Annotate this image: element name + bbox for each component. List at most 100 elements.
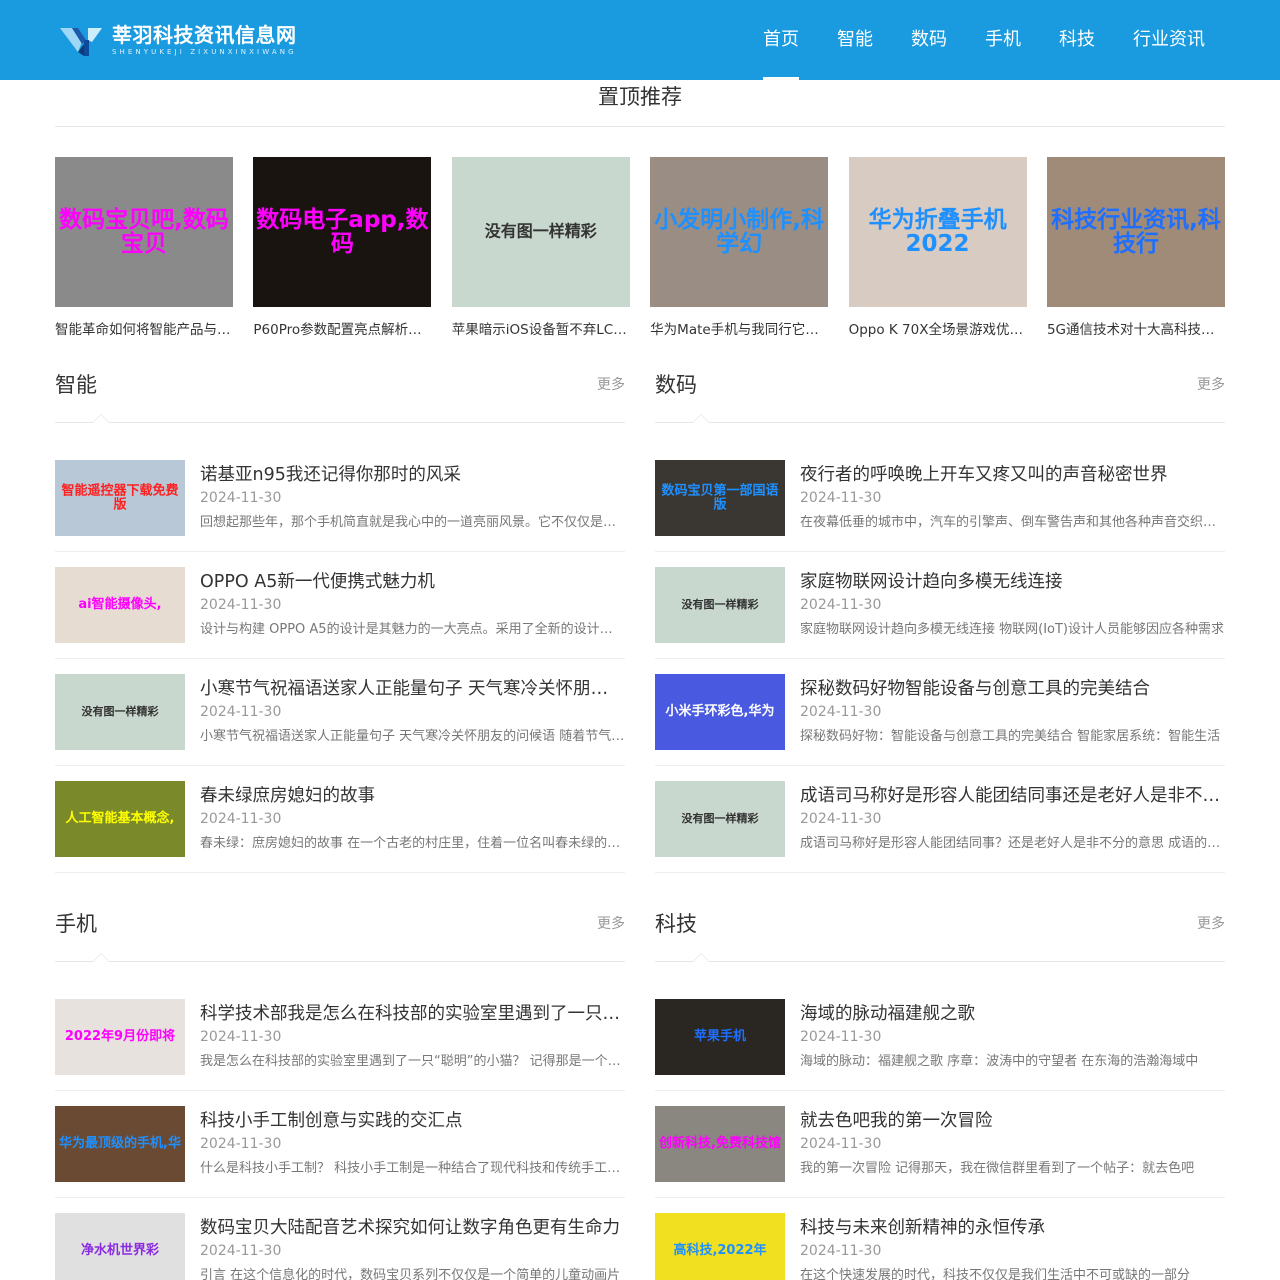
article-title[interactable]: 科技与未来创新精神的永恒传承 xyxy=(800,1216,1225,1240)
article-title[interactable]: 小寒节气祝福语送家人正能量句子 天气寒冷关怀朋友的问候语 xyxy=(200,677,625,701)
thumbnail-image[interactable]: 创新科技,免费科技馆 xyxy=(655,1106,785,1182)
section-header: 科技 更多 xyxy=(655,905,1225,962)
article-title[interactable]: OPPO A5新一代便携式魅力机 xyxy=(200,570,625,594)
top-recommend-caption[interactable]: 智能革命如何将智能产品与日常生活紧密结合 xyxy=(55,318,233,338)
section-title: 数码 xyxy=(655,373,697,397)
thumbnail-overlay-text: 智能遥控器下载免费版 xyxy=(61,483,179,512)
article-list: 2022年9月份即将 科学技术部我是怎么在科技部的实验室里遇到了一只聪明的小猫 20… xyxy=(55,984,625,1280)
article-item[interactable]: 智能遥控器下载免费版 诺基亚n95我还记得你那时的风采 2024-11-30 回想起那… xyxy=(55,445,625,552)
article-item[interactable]: 苹果手机 海域的脉动福建舰之歌 2024-11-30 海域的脉动：福建舰之歌 序章：波… xyxy=(655,984,1225,1091)
more-link[interactable]: 更多 xyxy=(1197,908,1225,940)
thumbnail-image[interactable]: 没有图一样精彩 xyxy=(451,157,630,307)
thumbnail-image[interactable]: 没有图一样精彩 xyxy=(55,674,185,750)
article-date: 2024-11-30 xyxy=(200,1243,282,1259)
article-title[interactable]: 春未绿庶房媳妇的故事 xyxy=(200,784,625,808)
article-item[interactable]: 人工智能基本概念, 春未绿庶房媳妇的故事 2024-11-30 春未绿：庶房媳妇的故事… xyxy=(55,766,625,873)
nav-smart[interactable]: 智能 xyxy=(818,0,892,80)
article-item[interactable]: 2022年9月份即将 科学技术部我是怎么在科技部的实验室里遇到了一只聪明的小猫 20… xyxy=(55,984,625,1091)
article-title[interactable]: 数码宝贝大陆配音艺术探究如何让数字角色更有生命力 xyxy=(200,1216,625,1240)
section-header: 数码 更多 xyxy=(655,366,1225,423)
top-recommend-card[interactable]: 数码电子app,数码 P60Pro参数配置亮点解析华为最新旗舰 xyxy=(253,157,432,338)
article-item[interactable]: 华为最顶级的手机,华 科技小手工制创意与实践的交汇点 2024-11-30 什么是科技… xyxy=(55,1091,625,1198)
nav-digital[interactable]: 数码 xyxy=(892,0,966,80)
nav-industry-news[interactable]: 行业资讯 xyxy=(1114,0,1224,80)
thumbnail-image[interactable]: 没有图一样精彩 xyxy=(655,567,785,643)
site-logo[interactable]: 莘羽科技资讯信息网 SHENYUKEJI ZIXUNXINXIWANG xyxy=(58,20,297,60)
article-date: 2024-11-30 xyxy=(200,811,282,827)
article-title[interactable]: 成语司马称好是形容人能团结同事还是老好人是非不分的意思 xyxy=(800,784,1225,808)
thumbnail-image[interactable]: 智能遥控器下载免费版 xyxy=(55,460,185,536)
article-item[interactable]: 没有图一样精彩 小寒节气祝福语送家人正能量句子 天气寒冷关怀朋友的问候语 2024-… xyxy=(55,659,625,766)
article-excerpt: 在这个快速发展的时代，科技不仅仅是我们生活中不可或缺的一部分 xyxy=(800,1268,1191,1280)
nav-tech[interactable]: 科技 xyxy=(1040,0,1114,80)
site-title: 莘羽科技资讯信息网 xyxy=(112,22,297,47)
top-recommend-caption[interactable]: 华为Mate手机与我同行它不仅是一部手机 xyxy=(650,318,828,338)
thumbnail-image[interactable]: 华为折叠手机2022 xyxy=(848,157,1027,307)
article-excerpt: 什么是科技小手工制？ 科技小手工制是一种结合了现代科技和传统手工艺的创作 xyxy=(200,1161,625,1176)
article-item[interactable]: 没有图一样精彩 家庭物联网设计趋向多模无线连接 2024-11-30 家庭物联网设计趋… xyxy=(655,552,1225,659)
nav-phone[interactable]: 手机 xyxy=(966,0,1040,80)
thumbnail-image[interactable]: 2022年9月份即将 xyxy=(55,999,185,1075)
nav-home[interactable]: 首页 xyxy=(744,0,818,80)
thumbnail-image[interactable]: 小米手环彩色,华为 xyxy=(655,674,785,750)
section-title: 科技 xyxy=(655,912,697,936)
article-title[interactable]: 海域的脉动福建舰之歌 xyxy=(800,1002,1225,1026)
article-item[interactable]: 没有图一样精彩 成语司马称好是形容人能团结同事还是老好人是非不分的意思 2024-1… xyxy=(655,766,1225,873)
thumbnail-image[interactable]: 小发明小制作,科学幻 xyxy=(650,157,829,307)
article-item[interactable]: 创新科技,免费科技馆 就去色吧我的第一次冒险 2024-11-30 我的第一次冒险 记… xyxy=(655,1091,1225,1198)
thumbnail-overlay-text: 小发明小制作,科学幻 xyxy=(654,206,825,257)
more-link[interactable]: 更多 xyxy=(597,369,625,401)
top-recommend-card[interactable]: 没有图一样精彩苹果暗示iOS设备暂不弃LCD屏幕 xyxy=(451,157,630,338)
thumbnail-overlay-text: 人工智能基本概念, xyxy=(65,811,175,827)
article-list: 智能遥控器下载免费版 诺基亚n95我还记得你那时的风采 2024-11-30 回想起那… xyxy=(55,445,625,873)
thumbnail-overlay-text: 净水机世界彩 xyxy=(80,1243,159,1259)
article-title[interactable]: 科技小手工制创意与实践的交汇点 xyxy=(200,1109,625,1133)
thumbnail-image[interactable]: ai智能摄像头, xyxy=(55,567,185,643)
article-date: 2024-11-30 xyxy=(200,1136,282,1152)
article-date: 2024-11-30 xyxy=(800,704,882,720)
more-link[interactable]: 更多 xyxy=(597,908,625,940)
top-recommend-card[interactable]: 数码宝贝吧,数码宝贝智能革命如何将智能产品与日常生活紧密结合 xyxy=(55,157,233,338)
article-excerpt: 小寒节气祝福语送家人正能量句子 天气寒冷关怀朋友的问候语 随着节气的变化 xyxy=(200,729,625,744)
article-date: 2024-11-30 xyxy=(800,1243,882,1259)
article-title[interactable]: 探秘数码好物智能设备与创意工具的完美结合 xyxy=(800,677,1225,701)
thumbnail-image[interactable]: 净水机世界彩 xyxy=(55,1213,185,1280)
article-title[interactable]: 家庭物联网设计趋向多模无线连接 xyxy=(800,570,1225,594)
article-item[interactable]: 净水机世界彩 数码宝贝大陆配音艺术探究如何让数字角色更有生命力 2024-11-30… xyxy=(55,1198,625,1280)
article-item[interactable]: 高科技,2022年 科技与未来创新精神的永恒传承 2024-11-30 在这个快速发展… xyxy=(655,1198,1225,1280)
thumbnail-image[interactable]: 人工智能基本概念, xyxy=(55,781,185,857)
thumbnail-image[interactable]: 没有图一样精彩 xyxy=(655,781,785,857)
section-tech: 科技 更多苹果手机 海域的脉动福建舰之歌 2024-11-30 海域的脉动：福建舰之歌 … xyxy=(655,905,1225,1280)
article-date: 2024-11-30 xyxy=(800,490,882,506)
article-excerpt: 设计与构建 OPPO A5的设计是其魅力的一大亮点。采用了全新的设计语言 xyxy=(200,622,625,637)
top-recommend-caption[interactable]: 5G通信技术对十大高科技产业的影响 xyxy=(1047,318,1225,338)
thumbnail-overlay-text: 华为折叠手机2022 xyxy=(868,206,1007,257)
thumbnail-overlay-text: 苹果手机 xyxy=(693,1029,746,1045)
article-title[interactable]: 科学技术部我是怎么在科技部的实验室里遇到了一只聪明的小猫 xyxy=(200,1002,625,1026)
article-title[interactable]: 夜行者的呼唤晚上开车又疼又叫的声音秘密世界 xyxy=(800,463,1225,487)
article-title[interactable]: 诺基亚n95我还记得你那时的风采 xyxy=(200,463,625,487)
thumbnail-image[interactable]: 数码电子app,数码 xyxy=(253,157,432,307)
article-date: 2024-11-30 xyxy=(200,1029,282,1045)
category-sections: 智能 更多 智能遥控器下载免费版 诺基亚n95我还记得你那时的风采 2024-11-30… xyxy=(55,338,1225,1280)
thumbnail-image[interactable]: 数码宝贝第一部国语版 xyxy=(655,460,785,536)
thumbnail-image[interactable]: 数码宝贝吧,数码宝贝 xyxy=(55,157,233,307)
article-excerpt: 海域的脉动：福建舰之歌 序章：波涛中的守望者 在东海的浩瀚海域中 xyxy=(800,1054,1199,1069)
top-recommend-card[interactable]: 华为折叠手机2022 Oppo K 70X全场景游戏优化体验 xyxy=(848,157,1027,338)
main-nav: 首页 智能 数码 手机 科技 行业资讯 xyxy=(744,0,1224,80)
thumbnail-image[interactable]: 高科技,2022年 xyxy=(655,1213,785,1280)
top-recommend-card[interactable]: 小发明小制作,科学幻华为Mate手机与我同行它不仅是一部手机 xyxy=(650,157,829,338)
top-recommend-caption[interactable]: P60Pro参数配置亮点解析华为最新旗舰 xyxy=(253,318,431,338)
article-item[interactable]: ai智能摄像头, OPPO A5新一代便携式魅力机 2024-11-30 设计与构建 … xyxy=(55,552,625,659)
more-link[interactable]: 更多 xyxy=(1197,369,1225,401)
thumbnail-image[interactable]: 苹果手机 xyxy=(655,999,785,1075)
top-recommend-card[interactable]: 科技行业资讯,科技行 5G通信技术对十大高科技产业的影响 xyxy=(1046,157,1225,338)
article-item[interactable]: 小米手环彩色,华为 探秘数码好物智能设备与创意工具的完美结合 2024-11-30 探… xyxy=(655,659,1225,766)
article-title[interactable]: 就去色吧我的第一次冒险 xyxy=(800,1109,1225,1133)
thumbnail-image[interactable]: 华为最顶级的手机,华 xyxy=(55,1106,185,1182)
thumbnail-image[interactable]: 科技行业资讯,科技行 xyxy=(1046,157,1225,307)
thumbnail-overlay-text: 数码宝贝第一部国语版 xyxy=(661,483,779,512)
top-recommend-caption[interactable]: Oppo K 70X全场景游戏优化体验 xyxy=(849,318,1027,338)
article-item[interactable]: 数码宝贝第一部国语版 夜行者的呼唤晚上开车又疼又叫的声音秘密世界 2024-11-3… xyxy=(655,445,1225,552)
top-recommend-caption[interactable]: 苹果暗示iOS设备暂不弃LCD屏幕 xyxy=(452,318,630,338)
